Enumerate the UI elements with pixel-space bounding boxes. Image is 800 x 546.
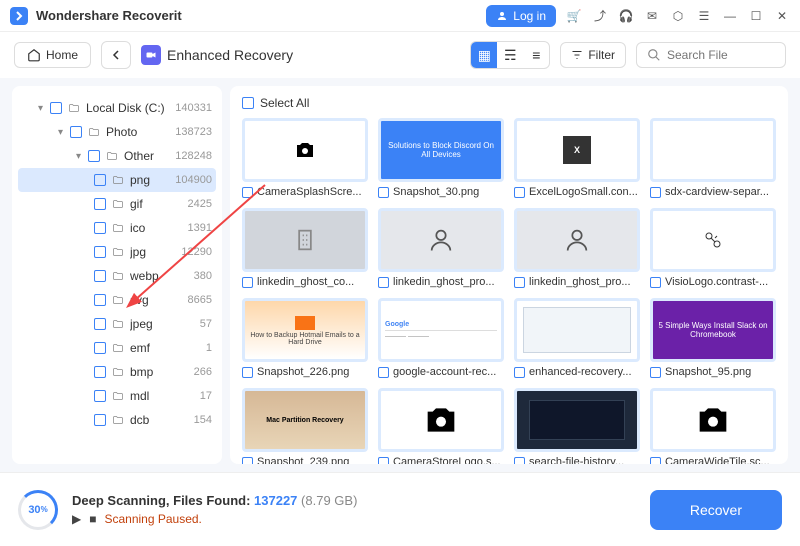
tree-item-mdl[interactable]: mdl17	[18, 384, 216, 408]
search-input[interactable]	[667, 48, 775, 62]
menu-icon[interactable]: ☰	[696, 8, 712, 24]
file-name: linkedin_ghost_pro...	[529, 276, 631, 288]
file-checkbox[interactable]	[650, 457, 661, 465]
filter-button[interactable]: Filter	[560, 42, 626, 68]
sidebar: ▾Local Disk (C:)140331▾Photo138723▾Other…	[12, 86, 222, 464]
file-name: linkedin_ghost_pro...	[393, 276, 495, 288]
tree-item-other[interactable]: ▾Other128248	[18, 144, 216, 168]
file-name: google-account-rec...	[393, 366, 496, 378]
file-checkbox[interactable]	[650, 367, 661, 378]
file-checkbox[interactable]	[242, 457, 253, 465]
file-card[interactable]: How to Backup Hotmail Emails to a Hard D…	[242, 298, 368, 378]
file-name: CameraSplashScre...	[257, 186, 362, 198]
file-card[interactable]: VisioLogo.contrast-...	[650, 208, 776, 288]
progress-ring: 30%	[18, 490, 58, 530]
app-title: Wondershare Recoverit	[36, 8, 486, 23]
maximize-icon[interactable]: ☐	[748, 8, 764, 24]
file-checkbox[interactable]	[242, 367, 253, 378]
login-button[interactable]: Log in	[486, 5, 556, 27]
file-checkbox[interactable]	[650, 277, 661, 288]
file-name: Snapshot_30.png	[393, 186, 479, 198]
file-card[interactable]: search-file-history...	[514, 388, 640, 464]
file-checkbox[interactable]	[650, 187, 661, 198]
tree-item-jpeg[interactable]: jpeg57	[18, 312, 216, 336]
file-checkbox[interactable]	[378, 367, 389, 378]
list-view-button[interactable]: ☴	[497, 42, 523, 68]
search-icon	[647, 48, 661, 62]
tree-item-svg[interactable]: svg8665	[18, 288, 216, 312]
headset-icon[interactable]: 🎧	[618, 8, 634, 24]
detail-view-button[interactable]: ≡	[523, 42, 549, 68]
close-icon[interactable]: ✕	[774, 8, 790, 24]
tree-item-png[interactable]: png104900	[18, 168, 216, 192]
file-checkbox[interactable]	[514, 457, 525, 465]
tree-item-local-disk--c--[interactable]: ▾Local Disk (C:)140331	[18, 96, 216, 120]
file-name: linkedin_ghost_co...	[257, 276, 354, 288]
tree-item-webp[interactable]: webp380	[18, 264, 216, 288]
mode-label: Enhanced Recovery	[141, 45, 293, 65]
file-checkbox[interactable]	[242, 277, 253, 288]
file-card[interactable]: CameraSplashScre...	[242, 118, 368, 198]
file-card[interactable]: CameraStoreLogo.s...	[378, 388, 504, 464]
file-card[interactable]: linkedin_ghost_pro...	[378, 208, 504, 288]
file-name: enhanced-recovery...	[529, 366, 632, 378]
scan-status-title: Deep Scanning, Files Found: 137227 (8.79…	[72, 493, 636, 508]
back-button[interactable]	[101, 41, 131, 69]
file-card[interactable]: Mac Partition RecoverySnapshot_239.png	[242, 388, 368, 464]
file-checkbox[interactable]	[378, 187, 389, 198]
tree-item-dcb[interactable]: dcb154	[18, 408, 216, 432]
view-toggle: ▦ ☴ ≡	[470, 41, 550, 69]
tree-item-bmp[interactable]: bmp266	[18, 360, 216, 384]
file-card[interactable]: 5 Simple Ways Install Slack on Chromeboo…	[650, 298, 776, 378]
cube-icon[interactable]: ⬡	[670, 8, 686, 24]
file-card[interactable]: XExcelLogoSmall.con...	[514, 118, 640, 198]
home-button[interactable]: Home	[14, 42, 91, 68]
file-name: search-file-history...	[529, 456, 624, 464]
search-box[interactable]	[636, 42, 786, 68]
file-card[interactable]: CameraWideTile.sc...	[650, 388, 776, 464]
tree-item-photo[interactable]: ▾Photo138723	[18, 120, 216, 144]
app-icon	[10, 7, 28, 25]
scan-status-line: ▶■Scanning Paused.	[72, 512, 636, 526]
file-name: Snapshot_239.png	[257, 456, 349, 464]
file-name: ExcelLogoSmall.con...	[529, 186, 638, 198]
file-card[interactable]: linkedin_ghost_pro...	[514, 208, 640, 288]
file-name: Snapshot_226.png	[257, 366, 349, 378]
content-area: Select All CameraSplashScre... Solutions …	[230, 86, 788, 464]
tree-item-ico[interactable]: ico1391	[18, 216, 216, 240]
file-card[interactable]: Solutions to Block Discord On All Device…	[378, 118, 504, 198]
file-checkbox[interactable]	[242, 187, 253, 198]
file-checkbox[interactable]	[378, 277, 389, 288]
file-name: CameraWideTile.sc...	[665, 456, 770, 464]
file-checkbox[interactable]	[514, 187, 525, 198]
tree-item-gif[interactable]: gif2425	[18, 192, 216, 216]
file-checkbox[interactable]	[514, 367, 525, 378]
play-icon[interactable]: ▶	[72, 512, 81, 526]
minimize-icon[interactable]: —	[722, 8, 738, 24]
select-all[interactable]: Select All	[242, 96, 776, 110]
tree-item-jpg[interactable]: jpg12290	[18, 240, 216, 264]
video-icon	[141, 45, 161, 65]
file-name: CameraStoreLogo.s...	[393, 456, 501, 464]
cart-icon[interactable]: 🛒	[566, 8, 582, 24]
recover-button[interactable]: Recover	[650, 490, 782, 530]
file-card[interactable]: enhanced-recovery...	[514, 298, 640, 378]
file-checkbox[interactable]	[378, 457, 389, 465]
grid-view-button[interactable]: ▦	[471, 42, 497, 68]
file-name: VisioLogo.contrast-...	[665, 276, 768, 288]
tree-item-emf[interactable]: emf1	[18, 336, 216, 360]
file-card[interactable]: Google——— ———google-account-rec...	[378, 298, 504, 378]
share-icon[interactable]: ⤴	[592, 8, 608, 24]
file-name: sdx-cardview-separ...	[665, 186, 769, 198]
file-card[interactable]: linkedin_ghost_co...	[242, 208, 368, 288]
mail-icon[interactable]: ✉	[644, 8, 660, 24]
stop-icon[interactable]: ■	[89, 512, 96, 526]
file-checkbox[interactable]	[514, 277, 525, 288]
file-name: Snapshot_95.png	[665, 366, 751, 378]
file-card[interactable]: sdx-cardview-separ...	[650, 118, 776, 198]
